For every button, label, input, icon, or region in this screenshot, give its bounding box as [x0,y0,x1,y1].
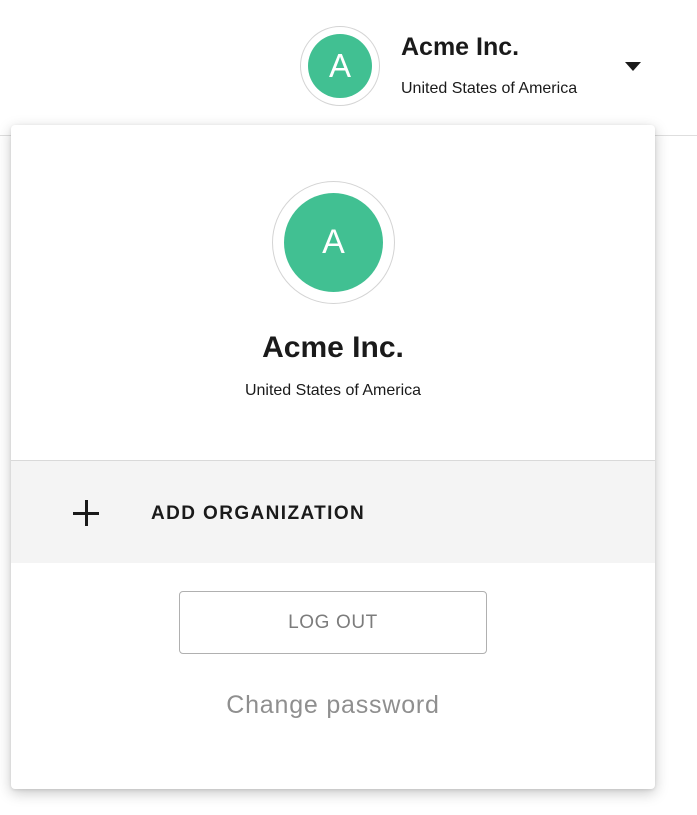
profile-section: A Acme Inc. United States of America [11,125,655,460]
organization-switcher[interactable]: A Acme Inc. United States of America [298,25,658,107]
add-organization-label: ADD ORGANIZATION [151,503,366,524]
profile-organization-country: United States of America [244,382,422,399]
profile-organization-name: Acme Inc. [262,331,404,364]
organization-country: United States of America [401,80,578,97]
top-bar: A Acme Inc. United States of America [0,0,697,136]
profile-avatar: A [272,181,395,304]
log-out-button[interactable]: LOG OUT [179,591,487,654]
avatar: A [300,26,380,106]
profile-avatar-initial: A [284,193,383,292]
caret-down-icon[interactable] [625,62,641,71]
organization-name: Acme Inc. [401,33,520,61]
change-password-link[interactable]: Change password [11,691,655,720]
add-organization-button[interactable]: ADD ORGANIZATION [11,461,655,563]
plus-icon [73,500,99,526]
organization-dropdown-menu: A Acme Inc. United States of America ADD… [11,125,655,789]
avatar-initial: A [308,34,372,98]
